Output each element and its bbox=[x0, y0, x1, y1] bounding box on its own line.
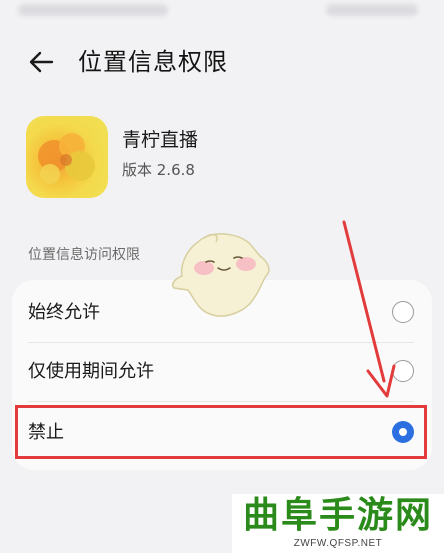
watermark-url: ZWFW.QFSP.NET bbox=[293, 538, 383, 549]
option-label: 仅使用期间允许 bbox=[28, 361, 154, 382]
app-icon bbox=[26, 116, 108, 198]
radio-button-checked[interactable] bbox=[392, 421, 414, 443]
app-info: 青柠直播 版本 2.6.8 bbox=[0, 112, 444, 202]
header: 位置信息权限 bbox=[0, 40, 444, 84]
page-title: 位置信息权限 bbox=[78, 48, 228, 76]
app-version: 版本 2.6.8 bbox=[122, 161, 195, 179]
option-deny[interactable]: 禁止 bbox=[12, 404, 432, 462]
divider bbox=[28, 401, 414, 402]
option-label: 始终允许 bbox=[28, 302, 100, 323]
radio-button-unchecked[interactable] bbox=[392, 360, 414, 382]
app-name: 青柠直播 bbox=[122, 129, 199, 151]
arrow-left-icon bbox=[29, 51, 54, 73]
status-bar bbox=[0, 0, 444, 26]
option-allow-while-in-use[interactable]: 仅使用期间允许 bbox=[12, 343, 432, 401]
mascot-sticker bbox=[168, 228, 280, 324]
watermark: 曲阜手游网 ZWFW.QFSP.NET bbox=[232, 494, 444, 553]
status-bar-left-blurred bbox=[18, 4, 168, 16]
watermark-title: 曲阜手游网 bbox=[242, 494, 433, 536]
section-title: 位置信息访问权限 bbox=[28, 247, 140, 263]
radio-button-unchecked[interactable] bbox=[392, 301, 414, 323]
back-button[interactable] bbox=[22, 46, 62, 78]
status-bar-right-blurred bbox=[326, 4, 418, 16]
option-label: 禁止 bbox=[28, 422, 64, 443]
